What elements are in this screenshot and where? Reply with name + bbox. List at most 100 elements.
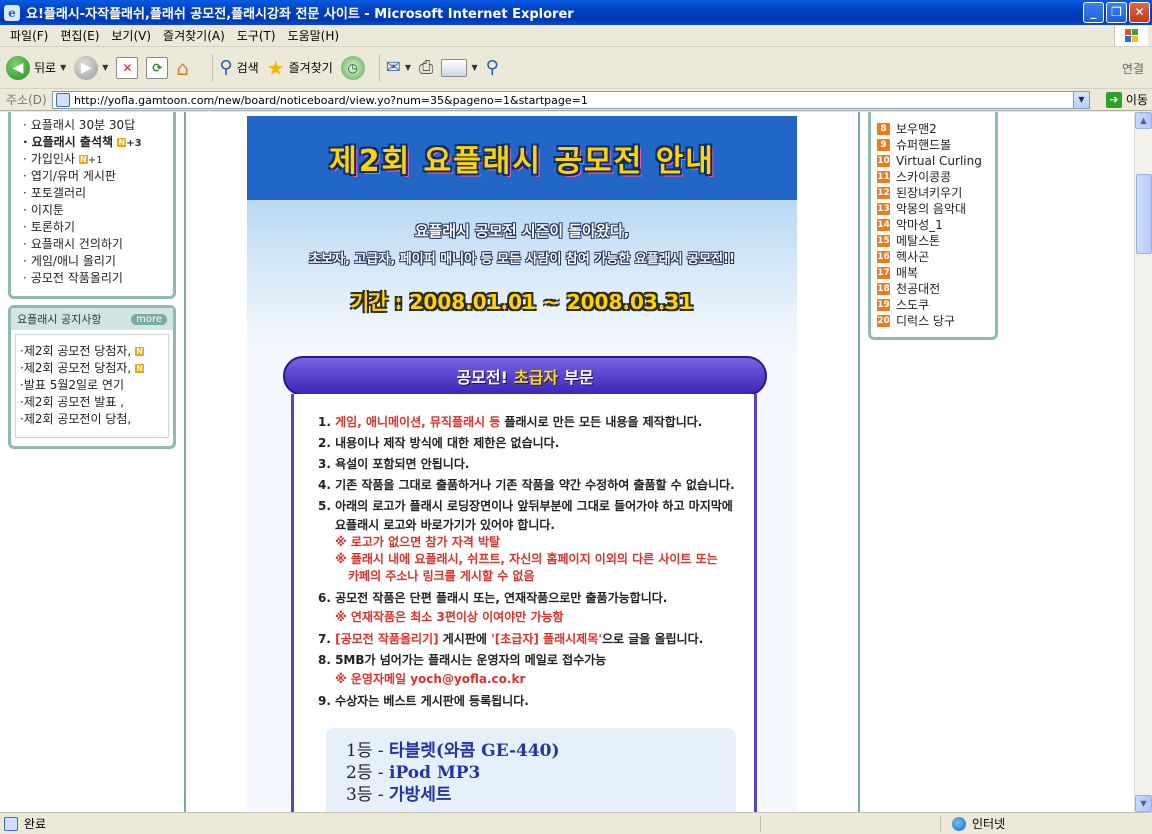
vertical-scrollbar[interactable]: ▲ ▼ <box>1134 112 1152 812</box>
ranking-item[interactable]: 9 슈퍼핸드볼 <box>877 137 995 153</box>
menu-item-30qa[interactable]: · 요플래시 30분 30답 <box>23 117 173 134</box>
ranking-label[interactable]: Virtual Curling <box>896 153 982 169</box>
address-input[interactable]: http://yofla.gamtoon.com/new/board/notic… <box>52 91 1090 109</box>
links-label[interactable]: 연결 <box>1122 60 1144 77</box>
menu-item-upload-contest[interactable]: · 공모전 작품올리기 <box>23 270 173 287</box>
menu-help[interactable]: 도움말(H) <box>282 27 346 44</box>
ranking-item[interactable]: 14 악마성_1 <box>877 217 995 233</box>
menu-item-label[interactable]: 이지툰 <box>31 203 64 217</box>
menu-item-suggest[interactable]: · 요플래시 건의하기 <box>23 236 173 253</box>
mail-button[interactable]: ✉ ▼ <box>386 57 411 78</box>
ranking-label[interactable]: 보우맨2 <box>896 121 937 137</box>
menu-edit[interactable]: 편집(E) <box>54 27 105 44</box>
menu-item-easytoon[interactable]: · 이지툰 <box>23 202 173 219</box>
status-divider <box>940 816 941 832</box>
print-button[interactable]: ⎙ <box>419 57 433 78</box>
ranking-item[interactable]: 20 디럭스 당구 <box>877 313 995 329</box>
ranking-label[interactable]: 슈퍼핸드볼 <box>896 137 951 153</box>
menu-favorites[interactable]: 즐겨찾기(A) <box>157 27 231 44</box>
edit-button[interactable]: ▼ <box>441 58 478 77</box>
back-button[interactable]: ◀ 뒤로 ▼ <box>6 55 66 80</box>
menu-item-label[interactable]: 요플래시 건의하기 <box>31 237 123 251</box>
ranking-label[interactable]: 스도쿠 <box>896 297 929 313</box>
ranking-label[interactable]: 스카이콩콩 <box>896 169 951 185</box>
menu-item-attendance[interactable]: · 요플래시 출석책 N+3 <box>23 134 173 151</box>
prize-box: 1등 - 타블렛(와콤 GE-440) 2등 - iPod MP3 3등 - 가… <box>326 728 736 812</box>
ranking-item[interactable]: 12 된장녀키우기 <box>877 185 995 201</box>
menu-file[interactable]: 파일(F) <box>4 27 54 44</box>
home-button[interactable]: ⌂ <box>176 57 198 79</box>
ranking-label[interactable]: 악몽의 음악대 <box>896 201 966 217</box>
rule-5-note-3: 카페의 주소나 링크를 게시할 수 없음 <box>348 569 535 583</box>
notice-item-label[interactable]: ·발표 5월2일로 연기 <box>20 378 124 392</box>
ranking-item[interactable]: 18 천공대전 <box>877 281 995 297</box>
menu-item-label[interactable]: 공모전 작품올리기 <box>31 271 123 285</box>
menu-item-label[interactable]: 엽기/유머 게시판 <box>31 169 116 183</box>
ranking-item[interactable]: 15 메탈스톤 <box>877 233 995 249</box>
notice-item[interactable]: ·제2회 공모전 당첨자, N <box>20 360 168 377</box>
go-button[interactable]: ➜ 이동 <box>1105 91 1148 108</box>
menu-item-humor[interactable]: · 엽기/유머 게시판 <box>23 168 173 185</box>
maximize-button[interactable]: ❐ <box>1106 2 1127 23</box>
ranking-item[interactable]: 19 스도쿠 <box>877 297 995 313</box>
more-button[interactable]: more <box>131 313 167 325</box>
chevron-down-icon[interactable]: ▼ <box>471 63 477 72</box>
menu-item-label[interactable]: 포토갤러리 <box>31 186 86 200</box>
menu-item-label[interactable]: 요플래시 30분 30답 <box>31 118 135 132</box>
forward-button[interactable]: ▶ ▼ <box>74 55 108 80</box>
ranking-item[interactable]: 8 보우맨2 <box>877 121 995 137</box>
notice-item-label[interactable]: ·제2회 공모전 당첨자, <box>20 361 131 375</box>
ranking-label[interactable]: 된장녀키우기 <box>896 185 962 201</box>
menu-item-label[interactable]: 게임/애니 올리기 <box>31 254 116 268</box>
ranking-label[interactable]: 매복 <box>896 265 918 281</box>
rule-5-note-2: ※ 플래시 내에 요플래시, 쉬프트, 자신의 홈페이지 이외의 다른 사이트 … <box>335 552 718 566</box>
notice-item-label[interactable]: ·제2회 공모전 당첨자, <box>20 344 131 358</box>
ie-icon: e <box>4 4 20 21</box>
menu-item-greetings[interactable]: · 가입인사 N+1 <box>23 151 173 168</box>
ranking-label[interactable]: 천공대전 <box>896 281 940 297</box>
notice-item[interactable]: ·발표 5월2일로 연기 <box>20 377 168 394</box>
rule-number: 7. <box>318 632 331 646</box>
scroll-up-button[interactable]: ▲ <box>1135 112 1152 129</box>
ranking-label[interactable]: 악마성_1 <box>896 217 943 233</box>
close-button[interactable]: ✕ <box>1129 2 1150 23</box>
menu-view[interactable]: 보기(V) <box>105 27 157 44</box>
research-button[interactable]: ⚲ <box>486 57 499 78</box>
search-button[interactable]: ⚲ 검색 <box>219 57 258 78</box>
notice-item-label[interactable]: ·제2회 공모전 발표 , <box>20 395 124 409</box>
ranking-item[interactable]: 13 악몽의 음악대 <box>877 201 995 217</box>
menu-item-debate[interactable]: · 토론하기 <box>23 219 173 236</box>
minimize-button[interactable]: _ <box>1083 2 1104 23</box>
notice-item[interactable]: ·제2회 공모전이 당첨, <box>20 411 168 428</box>
stop-button[interactable]: ✕ <box>116 56 139 79</box>
menu-item-label[interactable]: 요플래시 출석책 <box>32 135 113 149</box>
scroll-thumb[interactable] <box>1136 174 1152 254</box>
menu-tools[interactable]: 도구(T) <box>231 27 282 44</box>
history-button[interactable]: ◷ <box>340 55 365 80</box>
address-url[interactable]: http://yofla.gamtoon.com/new/board/notic… <box>74 94 588 107</box>
chevron-down-icon[interactable]: ▼ <box>405 63 411 72</box>
ranking-item[interactable]: 11 스카이콩콩 <box>877 169 995 185</box>
notice-item[interactable]: ·제2회 공모전 발표 , <box>20 394 168 411</box>
notice-box-title: 요플래시 공지사항 <box>17 313 102 326</box>
ranking-item[interactable]: 16 헥사곤 <box>877 249 995 265</box>
ranking-item[interactable]: 17 매복 <box>877 265 995 281</box>
rank-number: 10 <box>877 155 890 167</box>
ranking-label[interactable]: 헥사곤 <box>896 249 929 265</box>
ranking-label[interactable]: 메탈스톤 <box>896 233 940 249</box>
notice-item[interactable]: ·제2회 공모전 당첨자, N <box>20 343 168 360</box>
notice-item-label[interactable]: ·제2회 공모전이 당첨, <box>20 412 131 426</box>
search-icon: ⚲ <box>219 57 233 78</box>
refresh-button[interactable]: ⟳ <box>146 56 169 79</box>
menu-item-label[interactable]: 가입인사 <box>31 152 75 166</box>
ranking-item[interactable]: 10 Virtual Curling <box>877 153 995 169</box>
ranking-label[interactable]: 디럭스 당구 <box>896 313 955 329</box>
chevron-down-icon[interactable]: ▼ <box>1073 92 1089 108</box>
favorites-button[interactable]: ★ 즐겨찾기 <box>267 56 333 80</box>
scroll-down-button[interactable]: ▼ <box>1135 795 1152 812</box>
chevron-down-icon[interactable]: ▼ <box>102 63 108 72</box>
menu-item-photo[interactable]: · 포토갤러리 <box>23 185 173 202</box>
menu-item-upload-game[interactable]: · 게임/애니 올리기 <box>23 253 173 270</box>
menu-item-label[interactable]: 토론하기 <box>31 220 75 234</box>
chevron-down-icon[interactable]: ▼ <box>60 63 66 72</box>
